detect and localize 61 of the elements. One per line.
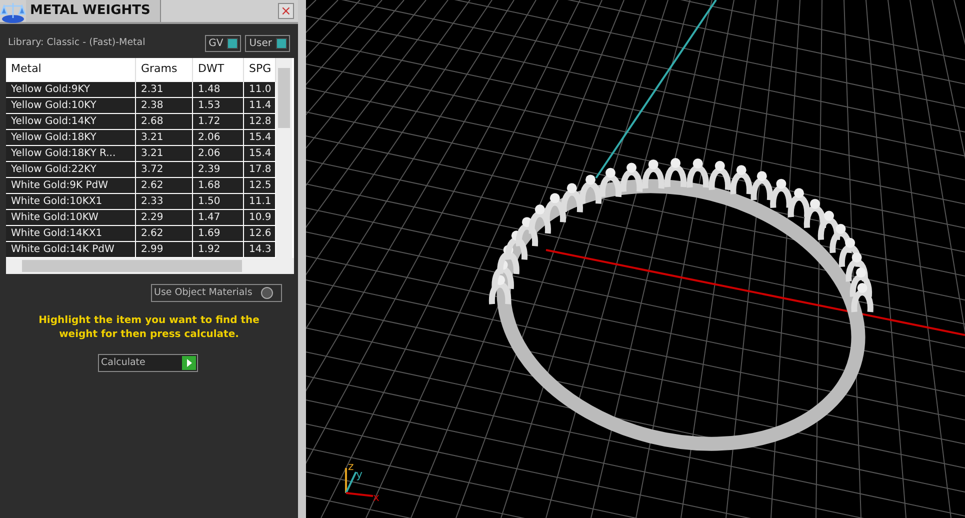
table-cell: 1.48 bbox=[193, 82, 244, 98]
table-cell: 1.53 bbox=[193, 98, 244, 114]
table-cell: 2.06 bbox=[193, 130, 244, 146]
table-cell: 1.47 bbox=[193, 210, 244, 226]
instruction-text: Highlight the item you want to find the weight for then press calculate. bbox=[38, 314, 260, 342]
table-cell: White Gold:14KX1 bbox=[6, 226, 136, 242]
z-axis-label: z bbox=[348, 460, 354, 473]
table-cell: White Gold:10KX1 bbox=[6, 194, 136, 210]
table-cell: Yellow Gold:18KY bbox=[6, 130, 136, 146]
table-cell: Yellow Gold:18KY R... bbox=[6, 146, 136, 162]
table-cell: 2.31 bbox=[136, 82, 193, 98]
table-cell: 1.69 bbox=[193, 226, 244, 242]
table-cell: Yellow Gold:22KY bbox=[6, 162, 136, 178]
table-cell: 17.8 bbox=[244, 162, 276, 178]
table-cell: 11.4 bbox=[244, 98, 276, 114]
table-cell: Yellow Gold:14KY bbox=[6, 114, 136, 130]
table-cell: 3.21 bbox=[136, 130, 193, 146]
table-cell: White Gold:9K PdW bbox=[6, 178, 136, 194]
table-cell: 12.8 bbox=[244, 114, 276, 130]
table-cell: 2.62 bbox=[136, 226, 193, 242]
table-cell: 2.68 bbox=[136, 114, 193, 130]
axis-gizmo-icon bbox=[345, 468, 374, 497]
splitter-bar[interactable] bbox=[298, 0, 306, 518]
calculate-button[interactable]: Calculate bbox=[98, 354, 198, 372]
table-cell: 1.50 bbox=[193, 194, 244, 210]
x-axis-label: x bbox=[373, 491, 380, 504]
table-cell: 1.92 bbox=[193, 242, 244, 258]
table-cell: Yellow Gold:9KY bbox=[6, 82, 136, 98]
table-cell: 10.9 bbox=[244, 210, 276, 226]
table-cell: 3.72 bbox=[136, 162, 193, 178]
library-label: Library: Classic - (Fast)-Metal bbox=[8, 36, 146, 50]
close-button[interactable]: × bbox=[278, 3, 294, 19]
table-cell: 15.4 bbox=[244, 146, 276, 162]
table-cell: 3.21 bbox=[136, 146, 193, 162]
table-cell: 2.39 bbox=[193, 162, 244, 178]
toggle-switch[interactable]: GV bbox=[204, 34, 242, 52]
horizontal-scrollbar[interactable] bbox=[6, 258, 294, 274]
table-cell: White Gold:10KW bbox=[6, 210, 136, 226]
table-cell: 14.3 bbox=[244, 242, 276, 258]
y-axis-label: y bbox=[356, 468, 363, 481]
table-cell: 2.33 bbox=[136, 194, 193, 210]
table-cell: 11.1 bbox=[244, 194, 276, 210]
panel-title: METAL WEIGHTS bbox=[26, 0, 162, 22]
play-icon bbox=[182, 356, 196, 370]
table-cell: 11.0 bbox=[244, 82, 276, 98]
table-cell: 1.68 bbox=[193, 178, 244, 194]
table-cell: Yellow Gold:10KY bbox=[6, 98, 136, 114]
table-cell: 12.6 bbox=[244, 226, 276, 242]
table-cell: 15.4 bbox=[244, 130, 276, 146]
table-cell: 2.62 bbox=[136, 178, 193, 194]
vertical-scrollbar[interactable] bbox=[276, 58, 292, 258]
table-cell: 2.29 bbox=[136, 210, 193, 226]
table-cell: 2.38 bbox=[136, 98, 193, 114]
table-cell: 12.5 bbox=[244, 178, 276, 194]
scale-icon bbox=[0, 0, 26, 24]
table-cell: White Gold:14K PdW bbox=[6, 242, 136, 258]
toggle-switch[interactable]: User bbox=[245, 34, 290, 52]
table-cell: 1.72 bbox=[193, 114, 244, 130]
table-cell: 2.06 bbox=[193, 146, 244, 162]
use-object-materials-button[interactable]: Use Object Materials bbox=[151, 284, 282, 302]
table-cell: 2.99 bbox=[136, 242, 193, 258]
